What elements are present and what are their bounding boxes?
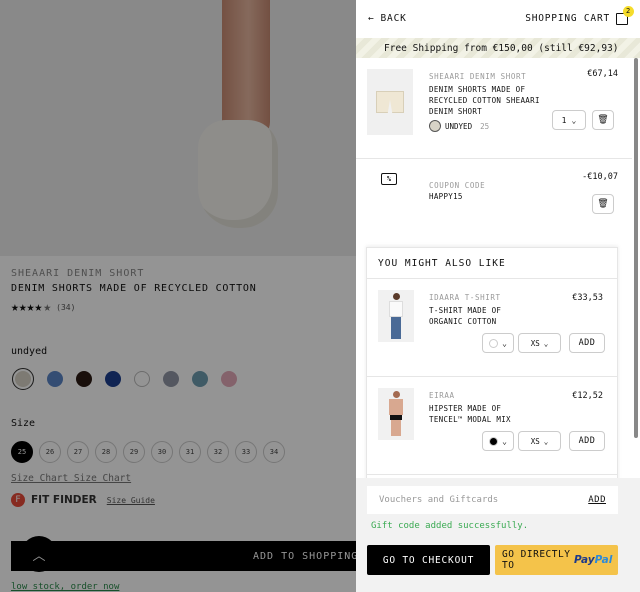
model-image [389, 293, 403, 341]
size-value: XS [530, 436, 540, 446]
reco-item-brand: IDAARA T-SHIRT [429, 293, 501, 302]
paypal-logo-pay: Pay [574, 553, 595, 566]
chevron-down-icon: ⌄ [543, 436, 549, 446]
shorts-image [376, 91, 404, 113]
coupon-code: HAPPY15 [429, 192, 463, 201]
cart-item-variant: UNDYED 25 [429, 120, 489, 132]
paypal-logo: PayPal [574, 553, 613, 566]
reco-item-image[interactable] [378, 290, 414, 342]
variant-color: UNDYED [445, 121, 473, 131]
paypal-logo-pal: Pal [594, 553, 613, 566]
success-message: Gift code added successfully. [371, 521, 529, 531]
add-reco-button[interactable]: ADD [569, 431, 605, 451]
paypal-button[interactable]: GO DIRECTLY TO PayPal [495, 545, 618, 575]
free-shipping-banner: Free Shipping from €150,00 (still €92,93… [356, 38, 640, 58]
trash-icon: 🗑 [597, 199, 609, 209]
reco-item-price: €33,53 [572, 293, 603, 303]
size-value: XS [530, 338, 540, 348]
cart-panel: ← BACK SHOPPING CART 2 Free Shipping fro… [356, 0, 640, 592]
recommendations-title: YOU MIGHT ALSO LIKE [367, 248, 617, 279]
reco-item: EIRAA HIPSTER MADE OF TENCEL™ MODAL MIX … [367, 377, 617, 475]
chevron-down-icon: ⌄ [543, 338, 549, 348]
checkout-button[interactable]: GO TO CHECKOUT [367, 545, 490, 575]
add-reco-button[interactable]: ADD [569, 333, 605, 353]
chevron-down-icon: ⌄ [571, 115, 577, 125]
cart-header: ← BACK SHOPPING CART 2 [356, 0, 640, 37]
cart-item-image[interactable] [367, 69, 413, 135]
cart-item-price: €67,14 [587, 69, 618, 79]
variant-size: 25 [480, 121, 490, 131]
color-dot [489, 338, 499, 348]
chevron-down-icon: ⌄ [502, 338, 507, 348]
reco-item: IDAARA T-SHIRT T-SHIRT MADE OF ORGANIC C… [367, 279, 617, 377]
quantity-value: 1 [561, 115, 567, 125]
quantity-select[interactable]: 1 ⌄ [552, 110, 586, 130]
paypal-label: GO DIRECTLY TO [502, 549, 571, 571]
back-button[interactable]: ← BACK [368, 13, 407, 24]
voucher-placeholder: Vouchers and Giftcards [379, 495, 499, 505]
recommendations: YOU MIGHT ALSO LIKE IDAARA T-SHIRT T-SHI… [366, 247, 618, 478]
size-select[interactable]: XS ⌄ [518, 431, 561, 451]
cart-item: SHEAARI DENIM SHORT DENIM SHORTS MADE OF… [356, 58, 632, 159]
color-select[interactable]: ⌄ [482, 333, 514, 353]
remove-coupon-button[interactable]: 🗑 [592, 194, 614, 214]
remove-item-button[interactable]: 🗑 [592, 110, 614, 130]
color-select[interactable]: ⌄ [482, 431, 514, 451]
cart-title: SHOPPING CART 2 [525, 5, 634, 25]
cart-item-name[interactable]: DENIM SHORTS MADE OF RECYCLED COTTON SHE… [429, 84, 545, 117]
model-image [389, 391, 403, 439]
color-dot [489, 436, 499, 446]
back-label: BACK [380, 13, 407, 24]
reco-item-name[interactable]: T-SHIRT MADE OF ORGANIC COTTON [429, 305, 529, 327]
coupon-row: % COUPON CODE HAPPY15 -€10,07 🗑 [356, 159, 632, 247]
reco-item-image[interactable] [378, 388, 414, 440]
variant-swatch [429, 120, 441, 132]
page-overlay[interactable] [0, 0, 356, 592]
shopping-bag-icon[interactable]: 2 [616, 5, 634, 25]
cart-scrollbar[interactable] [634, 58, 638, 438]
cart-items-scroll[interactable]: SHEAARI DENIM SHORT DENIM SHORTS MADE OF… [356, 58, 632, 478]
coupon-amount: -€10,07 [582, 172, 618, 182]
percent-icon: % [381, 173, 397, 185]
reco-item-price: €12,52 [572, 391, 603, 401]
reco-item-brand: EIRAA [429, 391, 455, 400]
arrow-left-icon: ← [368, 13, 375, 24]
cart-count-badge: 2 [623, 5, 634, 17]
cart-footer: Vouchers and Giftcards ADD Gift code add… [356, 478, 640, 592]
size-select[interactable]: XS ⌄ [518, 333, 561, 353]
voucher-add-button[interactable]: ADD [588, 495, 606, 505]
coupon-label: COUPON CODE [429, 181, 486, 190]
trash-icon: 🗑 [597, 115, 609, 125]
cart-item-brand: SHEAARI DENIM SHORT [429, 72, 527, 81]
chevron-down-icon: ⌄ [502, 436, 507, 446]
voucher-field[interactable]: Vouchers and Giftcards ADD [367, 486, 618, 514]
cart-title-label: SHOPPING CART [525, 13, 610, 24]
reco-item-name[interactable]: HIPSTER MADE OF TENCEL™ MODAL MIX [429, 403, 529, 425]
